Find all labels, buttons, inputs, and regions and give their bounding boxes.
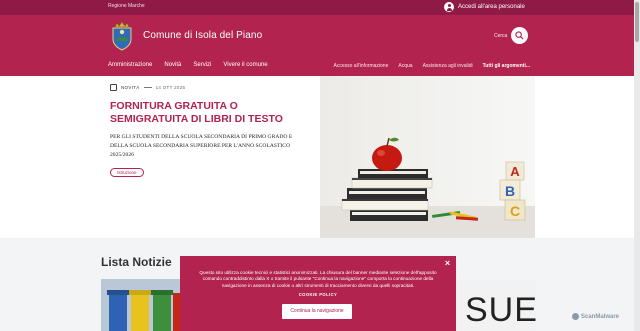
news-category: NOVITÀ [121,85,140,90]
hero-card: NOVITÀ 14 OTT 2025 FORNITURA GRATUITA O … [110,84,310,179]
topics-navigation: Accesso all'informazione Acqua Assistenz… [334,63,531,69]
login-label: Accedi all'area personale [458,4,525,10]
continue-button[interactable]: Continua la navigazione [282,304,352,319]
top-bar: Regione Marche Accedi all'area personale [0,0,640,15]
cookie-banner: × Questo sito utilizza cookie tecnici e … [180,256,456,331]
news-thumbnail-sue[interactable]: SUE [456,279,536,331]
block-letter-c: C [510,203,520,219]
municipal-crest-icon[interactable] [110,21,134,51]
topic-assistenza-invalidi[interactable]: Assistenza agli invalidi [423,63,473,69]
recycling-bins-image [101,279,180,331]
hero-title[interactable]: FORNITURA GRATUITA O SEMIGRATUITA DI LIB… [110,100,310,126]
scrollbar-thumb[interactable] [635,2,639,42]
block-letter-b: B [505,183,515,199]
topic-acqua[interactable]: Acqua [398,63,412,69]
cookie-text: Questo sito utilizza cookie tecnici e st… [199,270,437,288]
user-icon [444,2,454,12]
region-link[interactable]: Regione Marche [108,3,145,9]
news-date: 14 OTT 2025 [155,85,186,90]
site-header: Comune di Isola del Piano Cerca Amminist… [0,15,640,76]
page-scrollbar[interactable] [634,0,640,331]
search-icon [515,31,524,40]
nav-item-novita[interactable]: Novità [164,62,181,68]
scanmalware-logo-icon [572,313,579,320]
block-letter-a: A [510,164,520,179]
search-button[interactable] [511,27,528,44]
news-thumbnail[interactable] [101,279,180,331]
hero-subtitle: PER GLI STUDENTI DELLA SCUOLA SECONDARIA… [110,134,293,158]
meta-divider [143,87,152,88]
close-icon[interactable]: × [443,259,452,268]
search-label: Cerca [494,33,508,39]
main-navigation: Amministrazione Novità Servizi Vivere il… [108,62,268,68]
nav-item-amministrazione[interactable]: Amministrazione [108,62,152,68]
calendar-icon [110,84,117,91]
nav-item-vivere-il-comune[interactable]: Vivere il comune [223,62,267,68]
news-meta: NOVITÀ 14 OTT 2025 [110,84,310,91]
hero-image: A B C [320,76,535,238]
watermark: ScanMalware [572,313,619,320]
watermark-text: ScanMalware [581,313,620,320]
login-link[interactable]: Accedi all'area personale [444,2,525,12]
cookie-policy-link[interactable]: COOKIE POLICY [180,292,456,297]
topic-tag[interactable]: Istruzione [110,168,144,177]
nav-item-servizi[interactable]: Servizi [193,62,211,68]
books-apple-illustration: A B C [320,76,535,238]
topic-accesso-informazione[interactable]: Accesso all'informazione [334,63,389,69]
topic-all-link[interactable]: Tutti gli argomenti... [483,63,530,69]
sue-logo-text: SUE [465,291,536,329]
site-name[interactable]: Comune di Isola del Piano [143,30,262,41]
section-title: Lista Notizie [101,255,172,269]
